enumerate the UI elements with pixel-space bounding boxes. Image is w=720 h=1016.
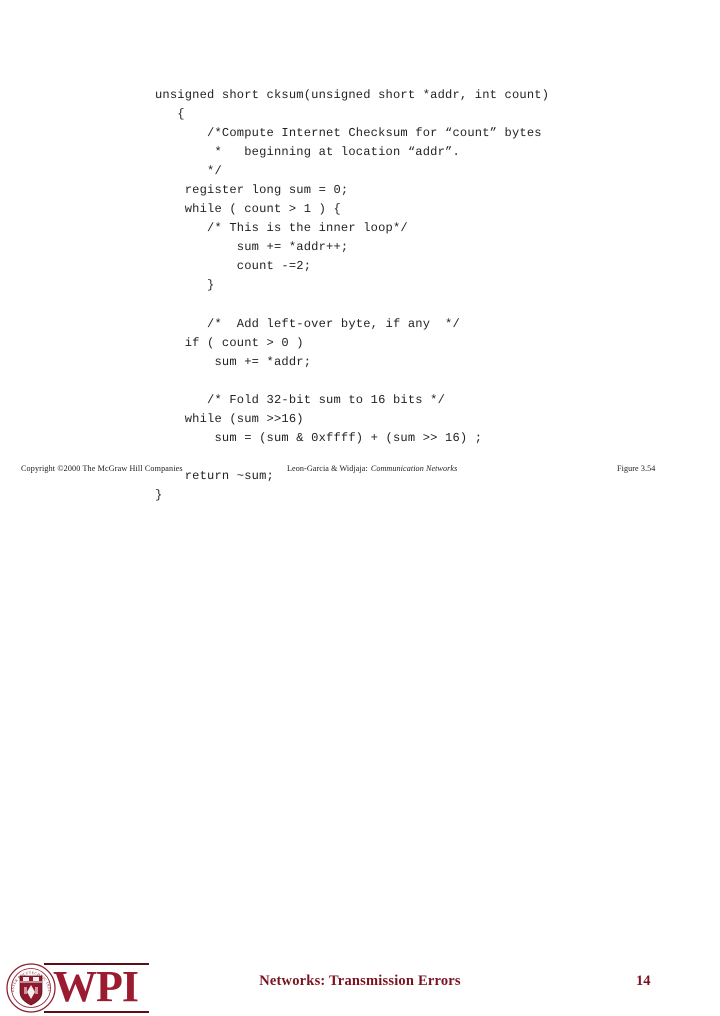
source-authors: Leon-Garcia & Widjaja: [287,464,368,473]
code-line: /* Fold 32-bit sum to 16 bits */ [155,392,446,407]
code-line: sum += *addr++; [155,240,349,255]
code-line: if ( count > 0 ) [155,335,304,350]
code-line: /*Compute Internet Checksum for “count” … [155,126,542,141]
code-line: count -=2; [155,259,312,274]
code-line: register long sum = 0; [155,183,349,198]
code-line: /* This is the inner loop*/ [155,221,408,236]
code-line: unsigned short cksum(unsigned short *add… [155,88,550,102]
code-figure: unsigned short cksum(unsigned short *add… [155,86,595,505]
code-line: */ [155,164,222,179]
code-line: { [155,107,185,122]
code-line: sum += *addr; [155,354,312,369]
code-line: /* Add left-over byte, if any */ [155,316,460,331]
figure-number-label: Figure 3.54 [617,464,656,473]
page-number: 14 [636,973,651,989]
slide-footer-bar: WORCESTER POLYTECHNIC INSTITUTE 1865 WPI [0,478,720,1013]
slide-canvas: unsigned short cksum(unsigned short *add… [0,0,720,1013]
code-line: } [155,278,215,293]
copyright-notice: Copyright ©2000 The McGraw Hill Companie… [21,464,183,473]
wpi-rule-bottom [44,1011,149,1013]
source-book-title: Communication Networks [370,464,458,473]
code-line: * beginning at location “addr”. [155,145,460,160]
code-line: while (sum >>16) [155,411,304,426]
code-line: while ( count > 1 ) { [155,202,341,217]
slide-title: Networks: Transmission Errors [259,973,461,989]
checksum-code-listing: unsigned short cksum(unsigned short *add… [155,86,595,505]
code-line: sum = (sum & 0xffff) + (sum >> 16) ; [155,430,483,445]
source-credit: Leon-Garcia & Widjaja: Communication Netw… [287,464,457,473]
